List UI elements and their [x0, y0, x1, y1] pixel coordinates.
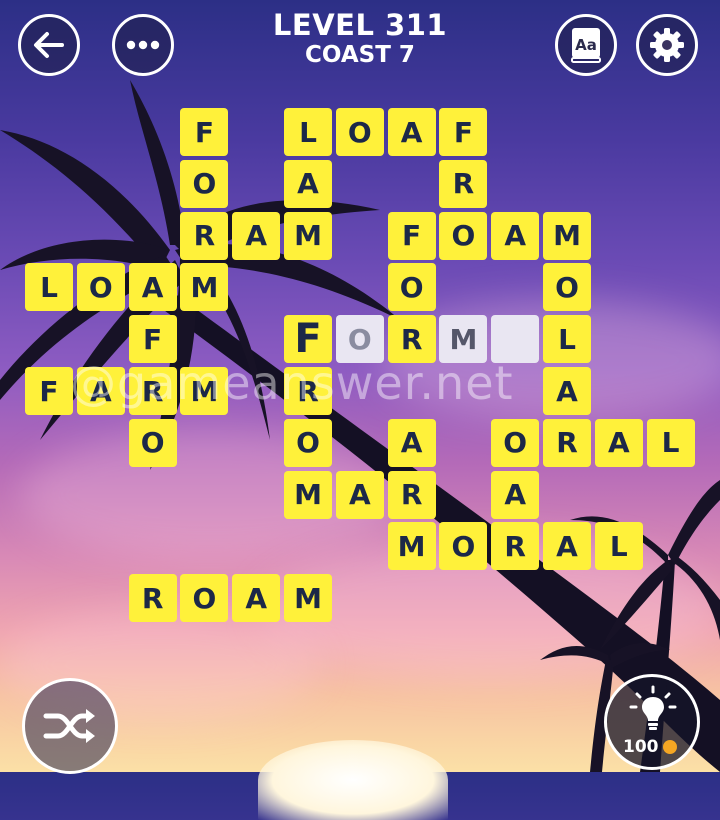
letter-tile: R: [387, 470, 436, 519]
watermark-text: @gameanswer.net: [70, 356, 514, 410]
letter-tile: L: [543, 315, 591, 364]
hint-button[interactable]: 100: [604, 674, 700, 770]
letter-tile: F: [387, 211, 436, 260]
letter-tile: O: [284, 418, 332, 467]
letter-tile: R: [439, 159, 488, 208]
letter-tile: M: [180, 263, 229, 312]
letter-tile: R: [543, 418, 591, 467]
letter-tile: F: [439, 108, 488, 156]
letter-tile: O: [180, 159, 229, 208]
letter-tile: R: [491, 522, 540, 571]
letter-tile: F: [25, 367, 73, 415]
letter-tile: A: [491, 470, 540, 519]
letter-tile: A: [594, 418, 643, 467]
letter-tile: L: [284, 108, 332, 156]
letter-tile: A: [232, 211, 281, 260]
hint-counter: 100: [623, 737, 677, 757]
letter-tile: F: [180, 108, 229, 156]
letter-tile: L: [594, 522, 643, 571]
letter-tile: O: [439, 211, 488, 260]
letter-tile: R: [128, 574, 177, 623]
shuffle-icon: [43, 709, 95, 743]
letter-tile: A: [543, 522, 591, 571]
letter-tile: O: [335, 108, 384, 156]
letter-tile: O: [128, 418, 177, 467]
letter-tile: A: [491, 211, 540, 260]
hint-count: 100: [623, 737, 659, 757]
letter-tile: L: [646, 418, 695, 467]
coin-icon: [662, 740, 677, 754]
letter-tile: A: [284, 159, 332, 208]
letter-tile: O: [180, 574, 229, 623]
letter-tile: O: [387, 263, 436, 312]
letter-tile: A: [387, 108, 436, 156]
letter-tile: R: [180, 211, 229, 260]
letter-tile: A: [128, 263, 177, 312]
letter-tile: A: [387, 418, 436, 467]
letter-tile: A: [232, 574, 281, 623]
letter-tile: O: [543, 263, 591, 312]
letter-tile: O: [439, 522, 488, 571]
letter-tile: L: [25, 263, 73, 312]
letter-tile: M: [284, 574, 332, 623]
letter-tile: M: [284, 211, 332, 260]
shuffle-button[interactable]: [22, 678, 118, 774]
letter-tile: M: [543, 211, 591, 260]
letter-tile: A: [543, 367, 591, 415]
lightbulb-icon: [629, 685, 677, 730]
letter-tile: O: [76, 263, 125, 312]
letter-tile: M: [284, 470, 332, 519]
letter-tile: A: [335, 470, 384, 519]
letter-tile: O: [491, 418, 540, 467]
letter-tile: M: [387, 522, 436, 571]
